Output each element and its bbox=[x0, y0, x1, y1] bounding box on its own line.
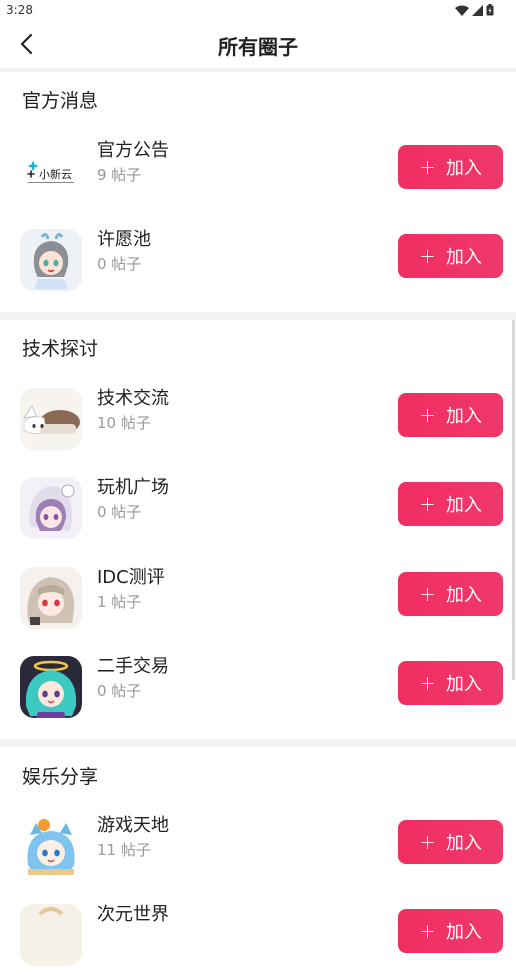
circle-row[interactable]: 二手交易 0 帖子 + 加入 bbox=[0, 652, 516, 726]
signal-icon bbox=[472, 4, 483, 16]
anime-avatar-icon bbox=[23, 405, 80, 434]
circle-row[interactable]: 游戏天地 11 帖子 + 加入 bbox=[0, 811, 516, 885]
join-button[interactable]: + 加入 bbox=[398, 572, 503, 616]
circle-name: IDC测评 bbox=[97, 567, 165, 588]
wifi-icon bbox=[455, 5, 469, 16]
plus-icon: + bbox=[419, 492, 436, 516]
status-bar: 3:28 bbox=[0, 0, 516, 22]
join-label: 加入 bbox=[445, 922, 482, 943]
circle-avatar bbox=[20, 656, 82, 718]
scrollbar[interactable] bbox=[512, 320, 515, 680]
join-label: 加入 bbox=[445, 585, 482, 606]
circle-avatar bbox=[20, 477, 82, 539]
logo-text: 小新云 bbox=[39, 167, 72, 181]
plus-icon: + bbox=[419, 403, 436, 427]
plus-icon: + bbox=[419, 830, 436, 854]
circle-name: 玩机广场 bbox=[97, 477, 169, 498]
join-button[interactable]: + 加入 bbox=[398, 145, 503, 189]
plus-icon: + bbox=[419, 582, 436, 606]
post-count: 0 帖子 bbox=[97, 503, 142, 521]
anime-avatar-icon bbox=[33, 232, 69, 289]
post-count: 10 帖子 bbox=[97, 414, 151, 432]
status-icons bbox=[455, 4, 494, 16]
circle-name: 技术交流 bbox=[97, 388, 169, 409]
section-divider bbox=[0, 312, 516, 320]
anime-avatar-icon bbox=[25, 660, 77, 718]
join-label: 加入 bbox=[445, 495, 482, 516]
post-count: 1 帖子 bbox=[97, 593, 142, 611]
post-count: 0 帖子 bbox=[97, 255, 142, 273]
section-divider bbox=[0, 739, 516, 747]
anime-avatar-icon bbox=[27, 577, 75, 625]
circle-avatar bbox=[20, 815, 82, 877]
section-title-entertainment: 娱乐分享 bbox=[22, 766, 99, 788]
join-button[interactable]: + 加入 bbox=[398, 482, 503, 526]
header-divider bbox=[0, 68, 516, 72]
brand-logo-icon: 小新云 bbox=[27, 161, 74, 183]
circle-name: 次元世界 bbox=[97, 904, 169, 925]
section-title-tech: 技术探讨 bbox=[22, 338, 99, 360]
circle-row[interactable]: 小新云 官方公告 9 帖子 + 加入 bbox=[0, 136, 516, 210]
page-title: 所有圈子 bbox=[218, 35, 298, 59]
anime-avatar-icon bbox=[27, 819, 75, 875]
join-button[interactable]: + 加入 bbox=[398, 661, 503, 705]
circle-name: 二手交易 bbox=[97, 656, 169, 677]
plus-icon: + bbox=[419, 919, 436, 943]
plus-icon: + bbox=[419, 671, 436, 695]
circle-avatar bbox=[20, 388, 82, 450]
circle-avatar bbox=[20, 567, 82, 629]
plus-icon: + bbox=[419, 155, 436, 179]
section-title-official: 官方消息 bbox=[22, 90, 99, 112]
anime-avatar-icon bbox=[38, 907, 64, 916]
post-count: 9 帖子 bbox=[97, 166, 142, 184]
join-label: 加入 bbox=[445, 158, 482, 179]
post-count: 0 帖子 bbox=[97, 682, 142, 700]
circle-row[interactable]: 玩机广场 0 帖子 + 加入 bbox=[0, 473, 516, 547]
battery-icon bbox=[486, 4, 494, 16]
circle-name: 许愿池 bbox=[97, 229, 151, 250]
post-count: 11 帖子 bbox=[97, 841, 151, 859]
status-time: 3:28 bbox=[6, 3, 33, 17]
join-label: 加入 bbox=[445, 674, 482, 695]
top-app-bar: 所有圈子 bbox=[0, 22, 516, 68]
circle-name: 游戏天地 bbox=[97, 815, 169, 836]
join-label: 加入 bbox=[445, 833, 482, 854]
circle-row[interactable]: 次元世界 + 加入 bbox=[0, 900, 516, 974]
join-button[interactable]: + 加入 bbox=[398, 234, 503, 278]
join-button[interactable]: + 加入 bbox=[398, 820, 503, 864]
join-label: 加入 bbox=[445, 247, 482, 268]
circle-row[interactable]: 许愿池 0 帖子 + 加入 bbox=[0, 225, 516, 299]
anime-avatar-icon bbox=[29, 484, 75, 531]
circle-row[interactable]: IDC测评 1 帖子 + 加入 bbox=[0, 563, 516, 637]
join-button[interactable]: + 加入 bbox=[398, 909, 503, 953]
circle-avatar bbox=[20, 229, 82, 291]
circle-avatar: 小新云 bbox=[20, 140, 82, 202]
circle-row[interactable]: 技术交流 10 帖子 + 加入 bbox=[0, 384, 516, 458]
join-button[interactable]: + 加入 bbox=[398, 393, 503, 437]
circle-avatar bbox=[20, 904, 82, 966]
circle-name: 官方公告 bbox=[97, 140, 169, 161]
plus-icon: + bbox=[419, 244, 436, 268]
join-label: 加入 bbox=[445, 406, 482, 427]
